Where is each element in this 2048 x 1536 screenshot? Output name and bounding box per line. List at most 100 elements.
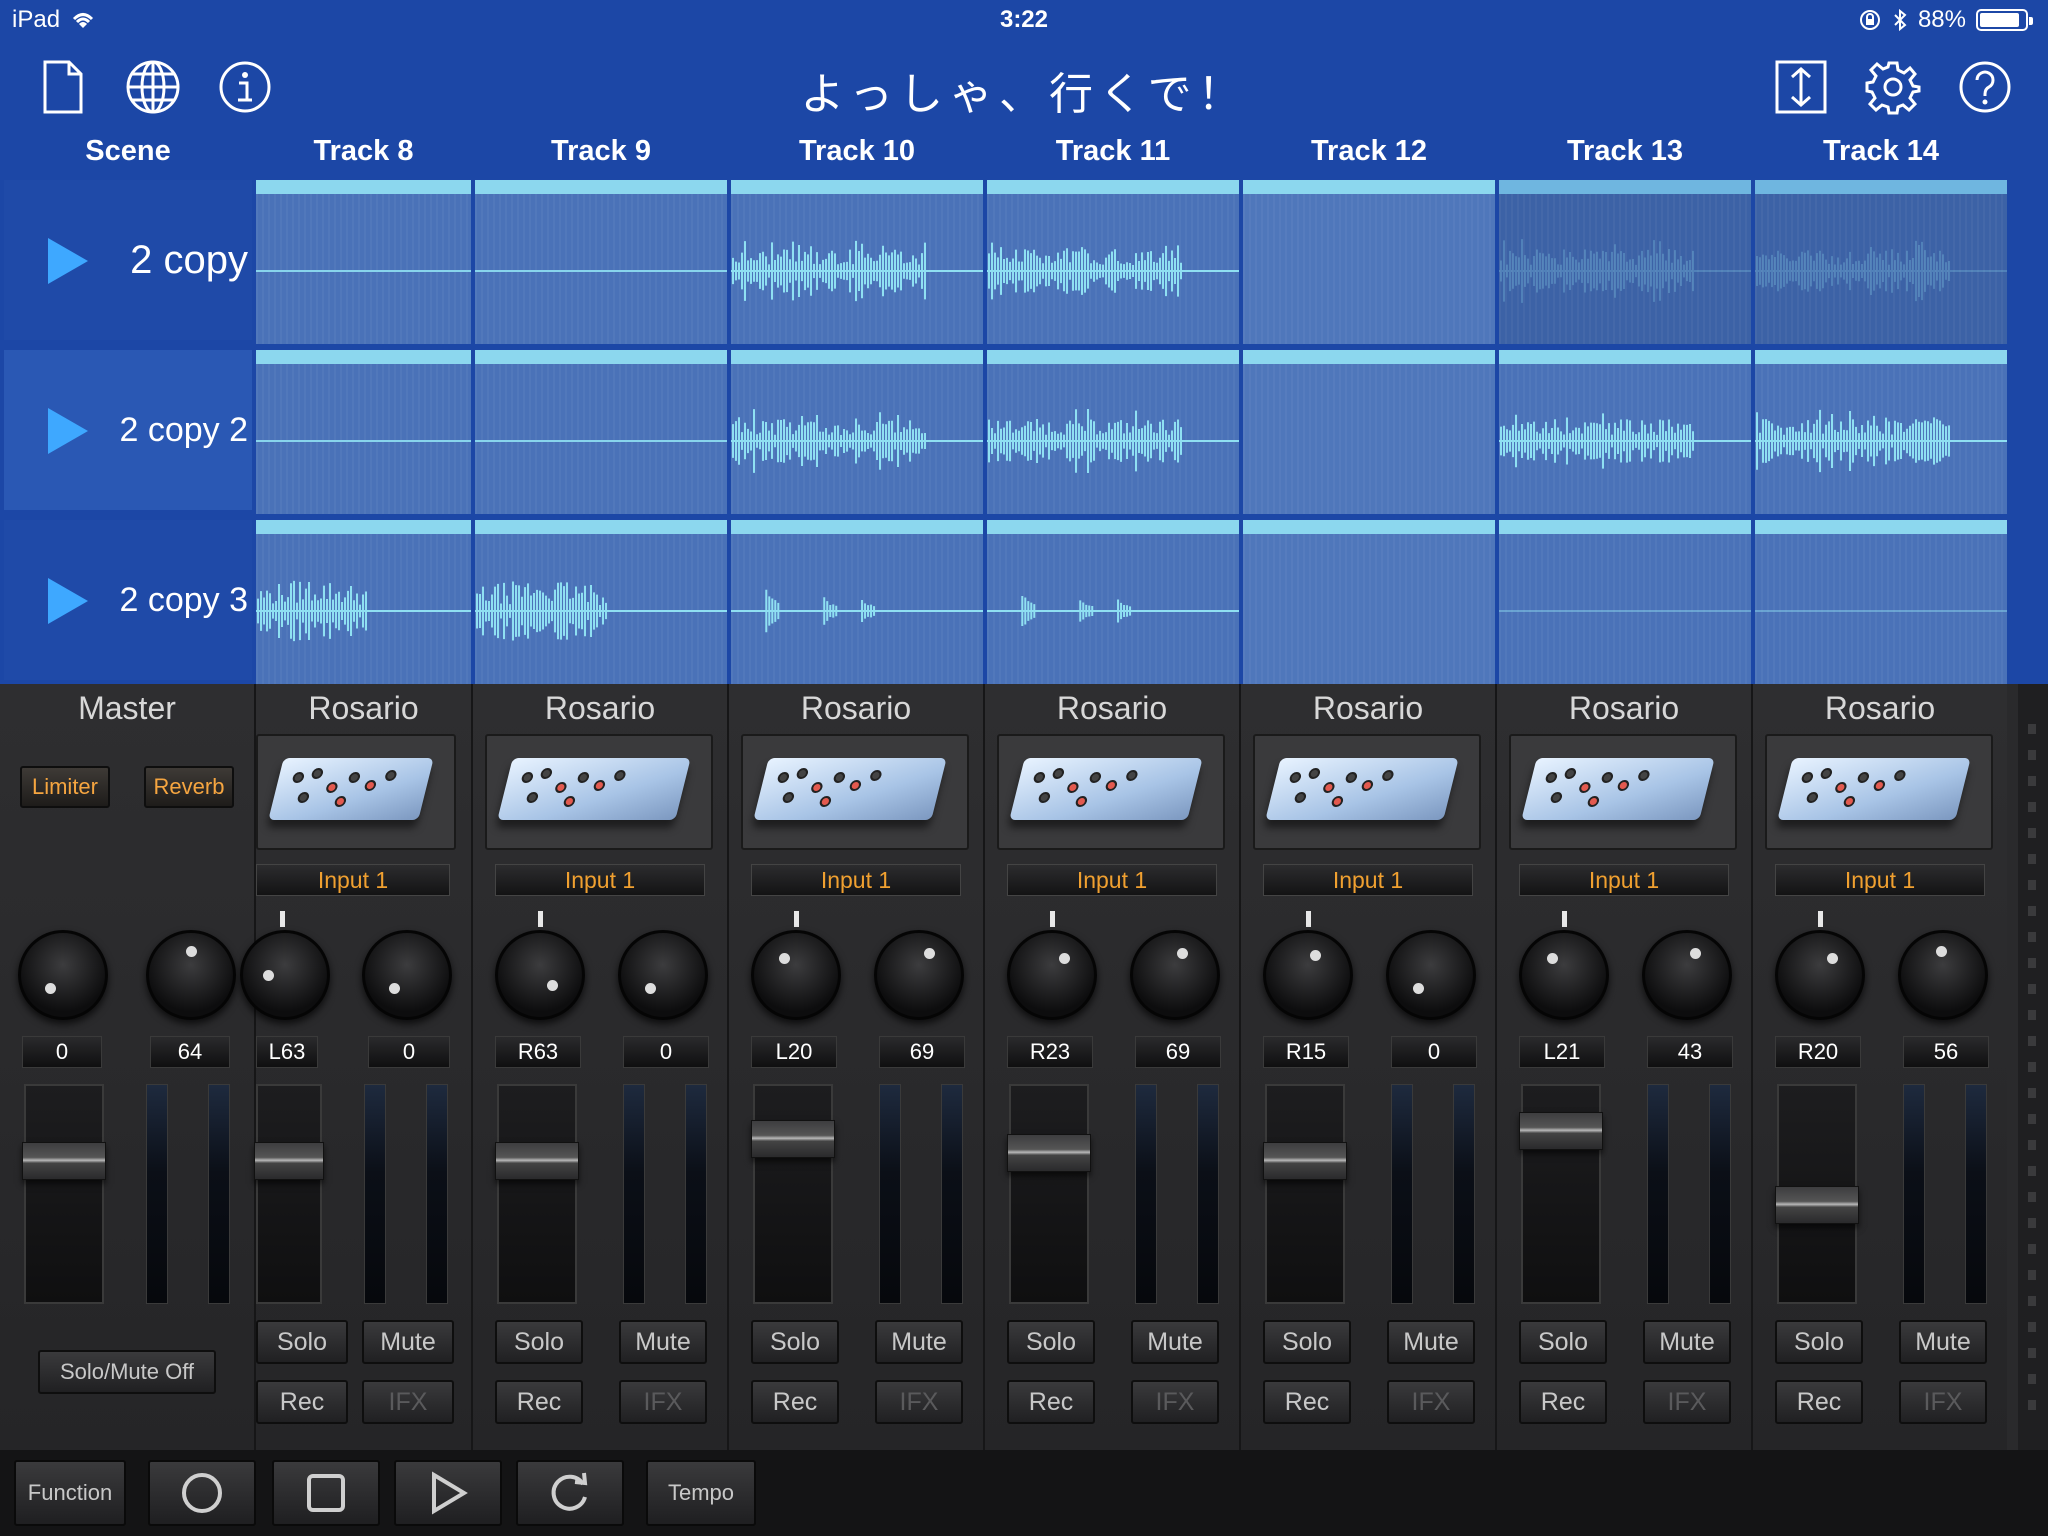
send-knob[interactable] [362,930,452,1020]
instrument-thumbnail[interactable] [741,734,969,850]
input-select[interactable]: Input 1 [1775,864,1985,896]
ifx-button[interactable]: IFX [875,1380,963,1424]
pan-knob[interactable] [1263,930,1353,1020]
volume-fader[interactable] [1775,1084,1859,1304]
mute-button[interactable]: Mute [1899,1320,1987,1364]
ifx-button[interactable]: IFX [1131,1380,1219,1424]
track-header[interactable]: Track 12 [1243,128,1495,176]
input-select[interactable]: Input 1 [495,864,705,896]
instrument-thumbnail[interactable] [256,734,456,850]
input-select[interactable]: Input 1 [256,864,450,896]
mute-button[interactable]: Mute [362,1320,454,1364]
track-header[interactable]: Track 13 [1499,128,1751,176]
rec-button[interactable]: Rec [751,1380,839,1424]
rec-button[interactable]: Rec [256,1380,348,1424]
instrument-thumbnail[interactable] [1509,734,1737,850]
info-icon[interactable] [214,56,276,118]
volume-fader[interactable] [254,1084,324,1304]
fader-cap[interactable] [1263,1142,1347,1180]
clip-slot[interactable] [475,350,727,514]
track-header[interactable]: Track 11 [987,128,1239,176]
pan-knob[interactable] [1775,930,1865,1020]
clip-slot[interactable] [987,520,1239,684]
solo-mute-off-button[interactable]: Solo/Mute Off [38,1350,216,1394]
track-header[interactable]: Track 9 [475,128,727,176]
fader-cap[interactable] [1775,1186,1859,1224]
master-fader[interactable] [22,1084,106,1304]
instrument-thumbnail[interactable] [1765,734,1993,850]
clip-slot[interactable] [1243,180,1495,344]
master-knob-2[interactable] [146,930,236,1020]
reverb-button[interactable]: Reverb [144,766,234,808]
instrument-thumbnail[interactable] [485,734,713,850]
clip-slot[interactable] [256,180,471,344]
play-icon[interactable] [48,238,88,284]
pan-knob[interactable] [240,930,330,1020]
ifx-button[interactable]: IFX [619,1380,707,1424]
rec-button[interactable]: Rec [1263,1380,1351,1424]
play-icon[interactable] [48,578,88,624]
mute-button[interactable]: Mute [875,1320,963,1364]
expand-vertical-icon[interactable] [1770,56,1832,118]
clip-slot[interactable] [1755,180,2007,344]
gear-icon[interactable] [1862,56,1924,118]
pan-knob[interactable] [1007,930,1097,1020]
clip-slot[interactable] [1499,350,1751,514]
input-select[interactable]: Input 1 [751,864,961,896]
mute-button[interactable]: Mute [619,1320,707,1364]
solo-button[interactable]: Solo [495,1320,583,1364]
pan-knob[interactable] [751,930,841,1020]
pan-knob[interactable] [495,930,585,1020]
record-button[interactable] [148,1460,256,1526]
solo-button[interactable]: Solo [1263,1320,1351,1364]
play-button[interactable] [394,1460,502,1526]
ifx-button[interactable]: IFX [362,1380,454,1424]
stop-button[interactable] [272,1460,380,1526]
scene-row-2[interactable]: 2 copy 2 [4,350,252,510]
clip-slot[interactable] [1499,180,1751,344]
volume-fader[interactable] [495,1084,579,1304]
send-knob[interactable] [1898,930,1988,1020]
clip-slot[interactable] [475,520,727,684]
tempo-button[interactable]: Tempo [646,1460,756,1526]
rec-button[interactable]: Rec [1007,1380,1095,1424]
mixer-scrollbar[interactable] [2018,684,2048,1450]
loop-button[interactable] [516,1460,624,1526]
fader-cap[interactable] [751,1120,835,1158]
fader-cap[interactable] [495,1142,579,1180]
clip-slot[interactable] [987,350,1239,514]
ifx-button[interactable]: IFX [1387,1380,1475,1424]
instrument-thumbnail[interactable] [1253,734,1481,850]
fader-cap[interactable] [22,1142,106,1180]
limiter-button[interactable]: Limiter [20,766,110,808]
rec-button[interactable]: Rec [1519,1380,1607,1424]
solo-button[interactable]: Solo [256,1320,348,1364]
mute-button[interactable]: Mute [1643,1320,1731,1364]
clip-slot[interactable] [1243,350,1495,514]
clip-slot[interactable] [731,350,983,514]
master-knob-1[interactable] [18,930,108,1020]
document-icon[interactable] [32,56,94,118]
clip-slot[interactable] [256,520,471,684]
track-header[interactable]: Track 8 [256,128,471,176]
rec-button[interactable]: Rec [1775,1380,1863,1424]
solo-button[interactable]: Solo [1007,1320,1095,1364]
solo-button[interactable]: Solo [751,1320,839,1364]
pan-knob[interactable] [1519,930,1609,1020]
volume-fader[interactable] [1263,1084,1347,1304]
clip-slot[interactable] [256,350,471,514]
send-knob[interactable] [1642,930,1732,1020]
clip-slot[interactable] [987,180,1239,344]
input-select[interactable]: Input 1 [1263,864,1473,896]
send-knob[interactable] [874,930,964,1020]
mute-button[interactable]: Mute [1387,1320,1475,1364]
scene-row-3[interactable]: 2 copy 3 [4,520,252,680]
globe-icon[interactable] [122,56,184,118]
help-icon[interactable] [1954,56,2016,118]
scene-row-1[interactable]: 2 copy [4,180,252,340]
send-knob[interactable] [618,930,708,1020]
clip-slot[interactable] [1499,520,1751,684]
fader-cap[interactable] [1519,1112,1603,1150]
fader-cap[interactable] [254,1142,324,1180]
track-header[interactable]: Track 10 [731,128,983,176]
